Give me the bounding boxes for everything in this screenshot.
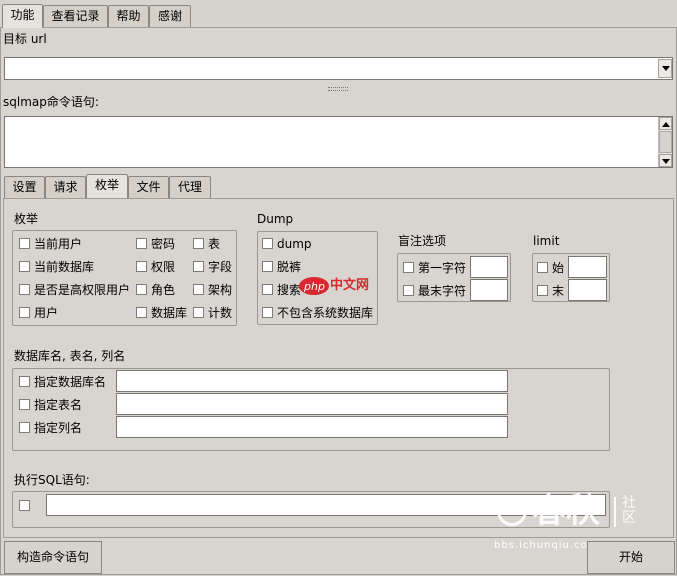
checkbox-columns[interactable] [193, 261, 204, 272]
limit-stop-input[interactable] [568, 279, 607, 301]
checkbox-tables[interactable] [193, 238, 204, 249]
label-last-char: 最末字符 [418, 284, 467, 298]
label-limit-stop: 末 [552, 284, 565, 298]
build-command-button[interactable]: 构造命令语句 [4, 541, 102, 574]
names-group-title: 数据库名, 表名, 列名 [14, 349, 126, 363]
ichunqiu-logo-divider [614, 497, 616, 527]
label-schema: 架构 [208, 283, 233, 297]
checkbox-table-name[interactable] [19, 399, 30, 410]
label-current-user: 当前用户 [34, 237, 83, 251]
checkbox-dump-all[interactable] [262, 261, 273, 272]
ichunqiu-logo-url: bbs.ichunqiu.com [494, 540, 599, 551]
label-columns: 字段 [208, 260, 233, 274]
checkbox-search[interactable] [262, 284, 273, 295]
checkbox-current-db[interactable] [19, 261, 30, 272]
ichunqiu-logo-side: 社区 [622, 495, 636, 526]
checkbox-column-name[interactable] [19, 422, 30, 433]
first-char-input[interactable] [470, 256, 508, 278]
label-first-char: 第一字符 [418, 261, 467, 275]
php-watermark-text: php [304, 280, 325, 293]
checkbox-current-user[interactable] [19, 238, 30, 249]
label-count: 计数 [208, 306, 233, 320]
checkbox-passwords[interactable] [136, 238, 147, 249]
label-tables: 表 [208, 237, 221, 251]
dropdown-arrow-icon[interactable] [658, 59, 672, 78]
label-privileges: 权限 [151, 260, 176, 274]
label-roles: 角色 [151, 283, 176, 297]
sql-group-title: 执行SQL语句: [14, 473, 90, 487]
splitter-handle[interactable] [328, 87, 348, 91]
checkbox-users[interactable] [19, 307, 30, 318]
table-name-input[interactable] [116, 393, 508, 415]
checkbox-dump[interactable] [262, 238, 273, 249]
tab-file[interactable]: 文件 [128, 176, 169, 198]
tab-view-history[interactable]: 查看记录 [43, 5, 108, 27]
checkbox-db-name[interactable] [19, 376, 30, 387]
label-is-dba: 是否是高权限用户 [34, 283, 131, 297]
start-button[interactable]: 开始 [587, 541, 675, 574]
label-current-db: 当前数据库 [34, 260, 95, 274]
target-url-label: 目标 url [3, 32, 47, 46]
php-watermark-cn: 中文网 [330, 278, 370, 293]
limit-start-input[interactable] [568, 256, 607, 278]
sqlmap-command-textarea[interactable] [4, 116, 673, 168]
label-passwords: 密码 [151, 237, 176, 251]
sqlmap-command-label: sqlmap命令语句: [3, 95, 99, 109]
checkbox-limit-stop[interactable] [537, 285, 548, 296]
label-column-name: 指定列名 [34, 421, 83, 435]
dump-group-title: Dump [257, 212, 294, 226]
column-name-input[interactable] [116, 416, 508, 438]
scroll-up-icon[interactable] [659, 117, 672, 130]
checkbox-sql-query[interactable] [19, 500, 30, 511]
label-limit-start: 始 [552, 261, 565, 275]
label-table-name: 指定表名 [34, 398, 83, 412]
checkbox-last-char[interactable] [403, 285, 414, 296]
tab-help[interactable]: 帮助 [108, 5, 149, 27]
tab-request[interactable]: 请求 [45, 176, 86, 198]
target-url-combobox[interactable] [4, 57, 673, 80]
scroll-thumb[interactable] [659, 131, 672, 153]
checkbox-first-char[interactable] [403, 262, 414, 273]
tab-enumeration[interactable]: 枚举 [86, 174, 128, 198]
checkbox-limit-start[interactable] [537, 262, 548, 273]
checkbox-privileges[interactable] [136, 261, 147, 272]
tab-features[interactable]: 功能 [2, 4, 43, 28]
label-databases: 数据库 [151, 306, 188, 320]
label-db-name: 指定数据库名 [34, 375, 107, 389]
checkbox-databases[interactable] [136, 307, 147, 318]
label-users: 用户 [34, 306, 59, 320]
checkbox-count[interactable] [193, 307, 204, 318]
scroll-down-icon[interactable] [659, 154, 672, 167]
tab-proxy[interactable]: 代理 [169, 176, 211, 198]
label-exclude-sysdbs: 不包含系统数据库 [277, 306, 374, 320]
tab-thanks[interactable]: 感谢 [149, 5, 191, 27]
checkbox-is-dba[interactable] [19, 284, 30, 295]
ichunqiu-logo-icon [497, 496, 527, 526]
label-dump: dump [277, 237, 312, 251]
ichunqiu-logo-main: 春秋 [532, 491, 600, 531]
last-char-input[interactable] [470, 279, 508, 301]
checkbox-exclude-sysdbs[interactable] [262, 307, 273, 318]
db-name-input[interactable] [116, 370, 508, 392]
label-search: 搜索 [277, 283, 302, 297]
blind-group-title: 盲注选项 [398, 234, 447, 248]
checkbox-schema[interactable] [193, 284, 204, 295]
enum-group-title: 枚举 [14, 212, 39, 226]
vertical-scrollbar[interactable] [658, 117, 672, 167]
limit-group-title: limit [533, 234, 560, 248]
checkbox-roles[interactable] [136, 284, 147, 295]
label-dump-all: 脱裤 [277, 260, 302, 274]
tab-settings[interactable]: 设置 [4, 176, 45, 198]
